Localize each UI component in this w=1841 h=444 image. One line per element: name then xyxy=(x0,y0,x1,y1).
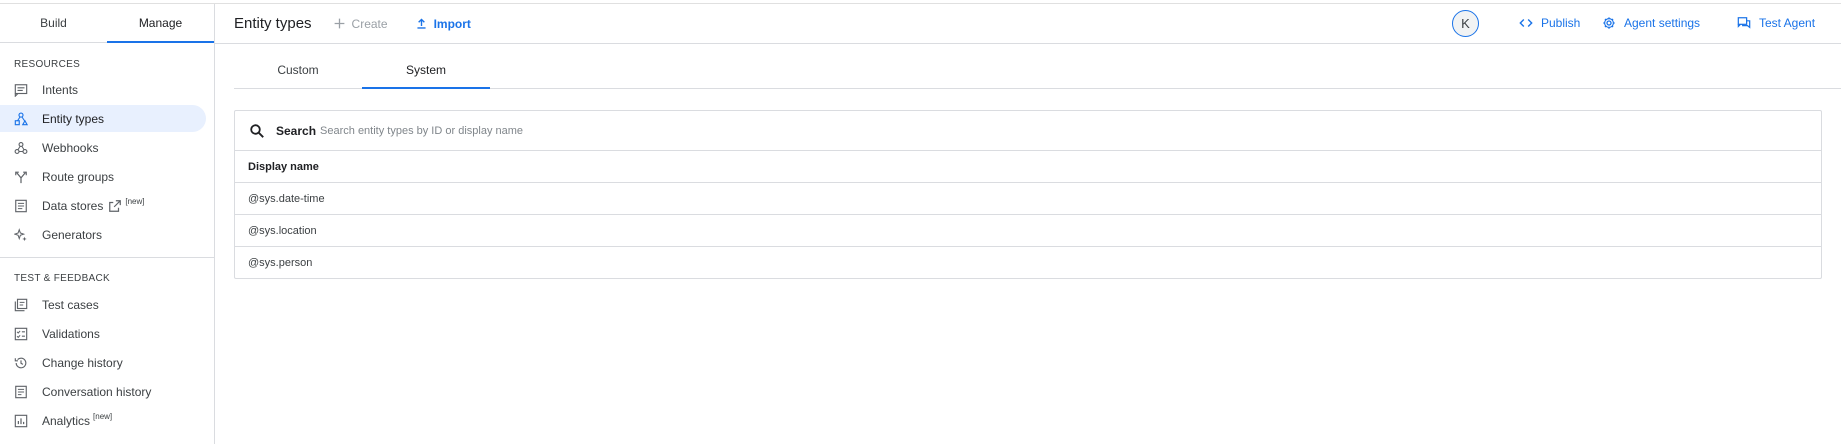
search-bar: Search xyxy=(235,111,1821,151)
gear-icon xyxy=(1603,17,1615,29)
import-label: Import xyxy=(433,16,471,31)
test-agent-label: Test Agent xyxy=(1759,16,1816,30)
sidebar-item-label: Analytics xyxy=(42,413,91,428)
sidebar-item-label: Data stores xyxy=(42,198,104,213)
search-label: Search xyxy=(276,123,317,138)
sidebar-item-label: Validations xyxy=(42,326,100,341)
new-badge: [new] xyxy=(125,197,145,206)
search-input[interactable] xyxy=(320,124,921,137)
intent-icon xyxy=(14,83,28,97)
tab-system[interactable]: System xyxy=(362,52,490,89)
sidebar-item-label: Test cases xyxy=(42,297,99,312)
entity-type-tabs: Custom System xyxy=(234,52,1841,89)
sidebar-item-label: Webhooks xyxy=(42,140,99,155)
mode-tabs: Build Manage xyxy=(0,4,214,43)
sidebar-item-analytics[interactable]: Analytics [new] xyxy=(0,407,206,434)
publish-label: Publish xyxy=(1541,16,1581,30)
page-title: Entity types xyxy=(234,15,312,32)
test-agent-button[interactable]: Test Agent xyxy=(1737,16,1815,30)
sidebar-divider xyxy=(0,257,214,258)
agent-settings-button[interactable]: Agent settings xyxy=(1602,16,1700,30)
upload-icon xyxy=(417,18,426,29)
history-icon xyxy=(14,356,28,370)
table-row[interactable]: @sys.date-time xyxy=(235,183,1821,215)
sidebar-item-label: Intents xyxy=(42,82,79,97)
data-stores-icon xyxy=(14,199,28,213)
new-badge: [new] xyxy=(93,412,113,421)
entity-types-icon xyxy=(14,111,28,126)
plus-icon xyxy=(334,18,344,29)
sidebar-item-conversation-history[interactable]: Conversation history xyxy=(0,378,206,405)
search-icon xyxy=(250,123,264,138)
sidebar-item-label: Change history xyxy=(42,355,123,370)
table-row[interactable]: @sys.location xyxy=(235,215,1821,247)
code-icon xyxy=(1519,19,1533,27)
resources-section-title: RESOURCES xyxy=(14,59,81,70)
test-cases-icon xyxy=(14,298,28,312)
sidebar-item-label: Route groups xyxy=(42,169,115,184)
route-groups-icon xyxy=(14,170,28,184)
conversation-history-icon xyxy=(14,385,28,399)
validations-icon xyxy=(14,327,28,341)
test-feedback-nav: Test cases Validations Change history Co… xyxy=(0,291,214,436)
generators-icon xyxy=(14,227,28,242)
chat-icon xyxy=(1737,17,1751,29)
external-link-icon xyxy=(109,199,122,212)
test-feedback-section-title: TEST & FEEDBACK xyxy=(14,273,111,284)
resources-nav: Intents Entity types Webhooks Route grou… xyxy=(0,76,214,250)
sidebar-item-entity-types[interactable]: Entity types xyxy=(0,105,206,132)
sidebar-item-route-groups[interactable]: Route groups xyxy=(0,163,206,190)
sidebar: Build Manage RESOURCES Intents Entity ty… xyxy=(0,4,215,444)
column-header-display-name[interactable]: Display name xyxy=(235,151,1821,183)
publish-button[interactable]: Publish xyxy=(1519,16,1580,30)
analytics-icon xyxy=(14,414,28,428)
tab-build[interactable]: Build xyxy=(0,4,107,42)
entity-types-table: Search Display name @sys.date-time @sys.… xyxy=(234,110,1822,279)
agent-settings-label: Agent settings xyxy=(1624,16,1701,30)
table-row[interactable]: @sys.person xyxy=(235,247,1821,279)
tab-custom[interactable]: Custom xyxy=(234,52,362,88)
webhook-icon xyxy=(14,141,28,155)
sidebar-item-generators[interactable]: Generators xyxy=(0,221,206,248)
sidebar-item-label: Entity types xyxy=(42,111,105,126)
top-bar: Entity types Create Import K Publish Age… xyxy=(215,4,1841,44)
sidebar-item-webhooks[interactable]: Webhooks xyxy=(0,134,206,161)
create-button[interactable]: Create xyxy=(333,17,388,31)
create-label: Create xyxy=(351,16,388,31)
avatar[interactable]: K xyxy=(1452,10,1479,37)
import-button[interactable]: Import xyxy=(415,17,471,31)
sidebar-item-validations[interactable]: Validations xyxy=(0,320,206,347)
sidebar-item-test-cases[interactable]: Test cases xyxy=(0,291,206,318)
sidebar-item-change-history[interactable]: Change history xyxy=(0,349,206,376)
tab-manage[interactable]: Manage xyxy=(107,4,214,43)
sidebar-item-data-stores[interactable]: Data stores [new] xyxy=(0,192,206,219)
sidebar-item-intents[interactable]: Intents xyxy=(0,76,206,103)
sidebar-item-label: Conversation history xyxy=(42,384,152,399)
sidebar-item-label: Generators xyxy=(42,227,103,242)
